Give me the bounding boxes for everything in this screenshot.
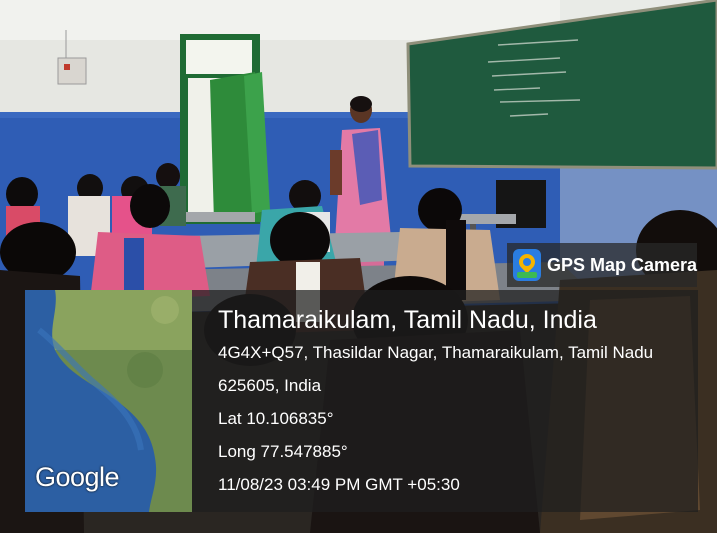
address-line-2: 625605, India bbox=[218, 376, 322, 395]
latitude: Lat 10.106835° bbox=[218, 409, 334, 428]
app-name: GPS Map Camera bbox=[547, 254, 698, 275]
address-title: Thamaraikulam, Tamil Nadu, India bbox=[218, 306, 597, 334]
location-info-panel: Google Thamaraikulam, Tamil Nadu, India … bbox=[25, 290, 698, 512]
google-logo: Google bbox=[35, 462, 120, 492]
location-details: Thamaraikulam, Tamil Nadu, India 4G4X+Q5… bbox=[218, 304, 688, 496]
gps-map-camera-badge: GPS Map Camera bbox=[507, 243, 697, 287]
map-thumbnail: Google bbox=[25, 290, 192, 512]
address-line-1: 4G4X+Q57, Thasildar Nagar, Thamaraikulam… bbox=[218, 343, 654, 362]
gps-map-camera-icon bbox=[513, 249, 541, 281]
longitude: Long 77.547885° bbox=[218, 442, 348, 461]
switch-board bbox=[57, 57, 87, 85]
timestamp: 11/08/23 03:49 PM GMT +05:30 bbox=[218, 475, 460, 494]
